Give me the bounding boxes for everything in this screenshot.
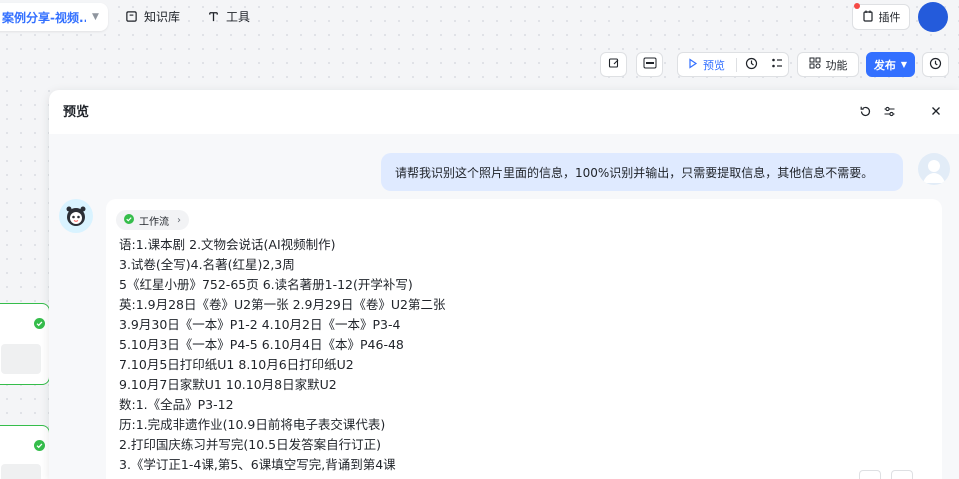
response-line: 9.10月7日家默U1 10.10月8日家默U2 (119, 377, 337, 392)
publish-button[interactable]: 发布 ▼ (866, 52, 915, 77)
response-line: 7.10月5日打印纸U1 8.10月6日打印纸U2 (119, 357, 354, 372)
bot-avatar (59, 199, 93, 233)
plugin-icon (862, 10, 874, 25)
panel-title: 预览 (63, 105, 90, 120)
preview-button[interactable]: 预览 (703, 57, 725, 73)
response-line: 历:1.完成非遗作业(10.9日前将电子表交课代表) (119, 417, 386, 432)
env-button[interactable] (636, 52, 663, 77)
bot-response: 工作流 › 语:1.课本剧 2.文物会说话(AI视频制作) 3.试卷(全写)4.… (106, 199, 942, 479)
divider (736, 57, 737, 72)
chevron-down-icon: ▼ (900, 60, 908, 69)
function-label: 功能 (825, 58, 848, 72)
chevron-right-icon: › (177, 214, 181, 226)
more-button[interactable] (891, 470, 913, 479)
response-line: 5《红星小册》752-65页 6.读名著册1-12(开学补写) (119, 277, 413, 292)
user-avatar-top[interactable] (918, 2, 948, 32)
response-line: 语:1.课本剧 2.文物会说话(AI视频制作) (119, 237, 336, 252)
response-line: 3.试卷(全写)4.名著(红星)2,3周 (119, 257, 295, 272)
nav-knowledge-base-label: 知识库 (144, 10, 181, 24)
user-message-text: 请帮我识别这个照片里面的信息，100%识别并输出，只需要提取信息，其他信息不需要… (395, 165, 874, 180)
response-line: 数:1.《全品》P3-12 (119, 397, 234, 412)
debug-icon[interactable] (745, 57, 758, 73)
response-line: 3.9月30日《一本》P1-2 4.10月2日《一本》P3-4 (119, 317, 401, 332)
notification-dot (854, 3, 860, 9)
plugin-label: 插件 (878, 11, 901, 24)
nav-tools-label: 工具 (226, 10, 251, 24)
user-message: 请帮我识别这个照片里面的信息，100%识别并输出，只需要提取信息，其他信息不需要… (381, 153, 903, 191)
node-content (1, 344, 41, 374)
success-check-icon (34, 318, 45, 332)
refresh-icon[interactable] (858, 104, 872, 118)
success-check-icon (34, 440, 45, 454)
response-line: 2.打印国庆练习并写完(10.5日发答案自行订正) (119, 437, 382, 452)
edit-button[interactable] (600, 52, 627, 77)
plugin-button[interactable]: 插件 (852, 4, 910, 30)
env-icon (643, 57, 657, 72)
copy-button[interactable] (859, 470, 881, 479)
play-icon (687, 57, 698, 72)
user-avatar (918, 153, 950, 185)
tool-icon (206, 10, 220, 24)
publish-label: 发布 (873, 58, 896, 72)
chevron-down-icon: ▼ (92, 12, 99, 22)
response-line: 英:1.9月28日《卷》U2第一张 2.9月29日《卷》U2第二张 (119, 297, 446, 312)
nav-knowledge-base[interactable]: 知识库 (124, 8, 180, 25)
grid-icon (809, 57, 821, 72)
workflow-node[interactable] (0, 303, 50, 385)
workflow-tag[interactable]: 工作流 › (116, 210, 189, 230)
node-content (1, 464, 41, 479)
workflow-label: 工作流 (139, 216, 169, 228)
top-bar: 案例分享-视频... ▼ 知识库 工具 插件 (0, 0, 959, 36)
settings-sliders-icon[interactable] (882, 104, 896, 118)
preview-debug-group: 预览 (677, 52, 789, 77)
nav-tools[interactable]: 工具 (206, 8, 250, 25)
history-button[interactable] (922, 52, 949, 77)
history-icon (929, 57, 942, 73)
book-icon (124, 10, 138, 24)
project-name: 案例分享-视频... (2, 10, 86, 25)
workflow-node[interactable] (0, 425, 50, 479)
preview-panel: 预览 请帮我识别这个照片里面的信息，100%识别并输出，只需要提取信息，其他信息… (49, 90, 959, 479)
function-button[interactable]: 功能 (797, 52, 859, 77)
response-line: 3.《学订正1-4课,第5、6课填空写完,背诵到第4课 (119, 457, 396, 472)
edit-icon (608, 57, 620, 72)
chat-area: 请帮我识别这个照片里面的信息，100%识别并输出，只需要提取信息，其他信息不需要… (49, 134, 959, 479)
response-line: 5.10月3日《一本》P4-5 6.10月4日《本》P46-48 (119, 337, 404, 352)
project-selector[interactable]: 案例分享-视频... ▼ (0, 3, 108, 31)
close-icon[interactable] (929, 104, 943, 118)
response-text: 语:1.课本剧 2.文物会说话(AI视频制作) 3.试卷(全写)4.名著(红星)… (119, 235, 445, 475)
list-settings-icon[interactable] (771, 57, 783, 72)
success-check-icon (124, 213, 134, 227)
